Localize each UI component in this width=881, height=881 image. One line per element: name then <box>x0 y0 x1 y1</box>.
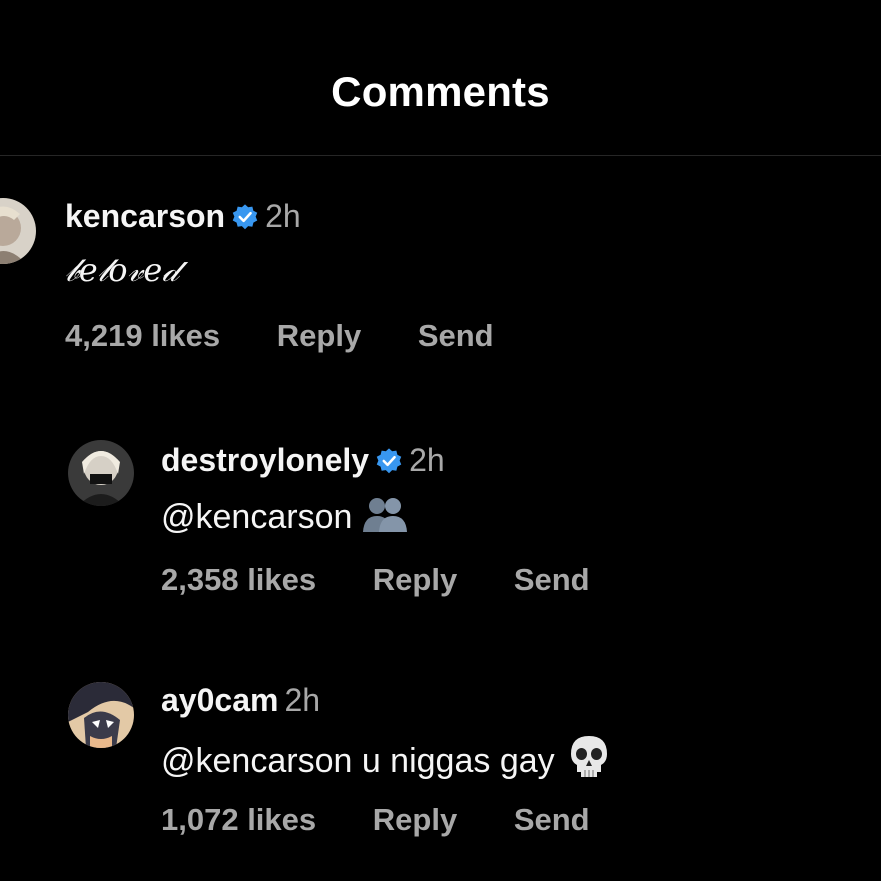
comment-item: ay0cam 2h @kencarson u niggas gay 1,072 l… <box>0 680 881 860</box>
avatar-image <box>68 440 134 506</box>
username[interactable]: destroylonely <box>161 442 369 478</box>
likes-count[interactable]: 1,072 likes <box>161 802 316 838</box>
comment-header: destroylonely 2h <box>161 442 445 482</box>
mention-link[interactable]: @kencarson <box>161 498 352 536</box>
comment-actions: 1,072 likes Reply Send <box>161 802 590 838</box>
username[interactable]: kencarson <box>65 198 225 234</box>
comment-time: 2h <box>284 682 321 718</box>
comment-time: 2h <box>409 442 445 478</box>
comment-header: kencarson 2h <box>65 198 301 238</box>
reply-button[interactable]: Reply <box>373 802 457 838</box>
verified-badge-icon <box>231 202 259 238</box>
send-button[interactable]: Send <box>514 802 590 838</box>
comment-text: 𝒷𝑒𝓁𝑜𝓋𝑒𝒹 <box>65 251 179 289</box>
avatar-image <box>0 198 36 264</box>
likes-count[interactable]: 4,219 likes <box>65 318 220 354</box>
send-button[interactable]: Send <box>418 318 494 354</box>
comment-body: @kencarson <box>161 494 410 543</box>
comment-time: 2h <box>265 198 301 234</box>
avatar[interactable] <box>68 682 134 748</box>
comment-item: destroylonely 2h @kencarson 2,358 likes R… <box>0 438 881 618</box>
username[interactable]: ay0cam <box>161 682 278 718</box>
comment-body: @kencarson u niggas gay <box>161 734 609 787</box>
reply-button[interactable]: Reply <box>277 318 361 354</box>
comment-actions: 4,219 likes Reply Send <box>65 318 494 354</box>
busts-in-silhouette-icon <box>360 494 410 543</box>
reply-button[interactable]: Reply <box>373 562 457 598</box>
comment-text: @kencarson u niggas gay <box>161 742 555 780</box>
likes-count[interactable]: 2,358 likes <box>161 562 316 598</box>
send-button[interactable]: Send <box>514 562 590 598</box>
avatar[interactable] <box>68 440 134 506</box>
skull-icon <box>569 734 609 787</box>
avatar[interactable] <box>0 198 36 264</box>
comment-item: kencarson 2h 𝒷𝑒𝓁𝑜𝓋𝑒𝒹 4,219 likes Reply Se… <box>0 190 881 370</box>
comment-header: ay0cam 2h <box>161 682 320 718</box>
page-title: Comments <box>331 68 550 115</box>
comments-header: Comments <box>0 0 881 156</box>
verified-badge-icon <box>375 446 403 482</box>
comment-actions: 2,358 likes Reply Send <box>161 562 590 598</box>
avatar-image <box>68 682 134 748</box>
